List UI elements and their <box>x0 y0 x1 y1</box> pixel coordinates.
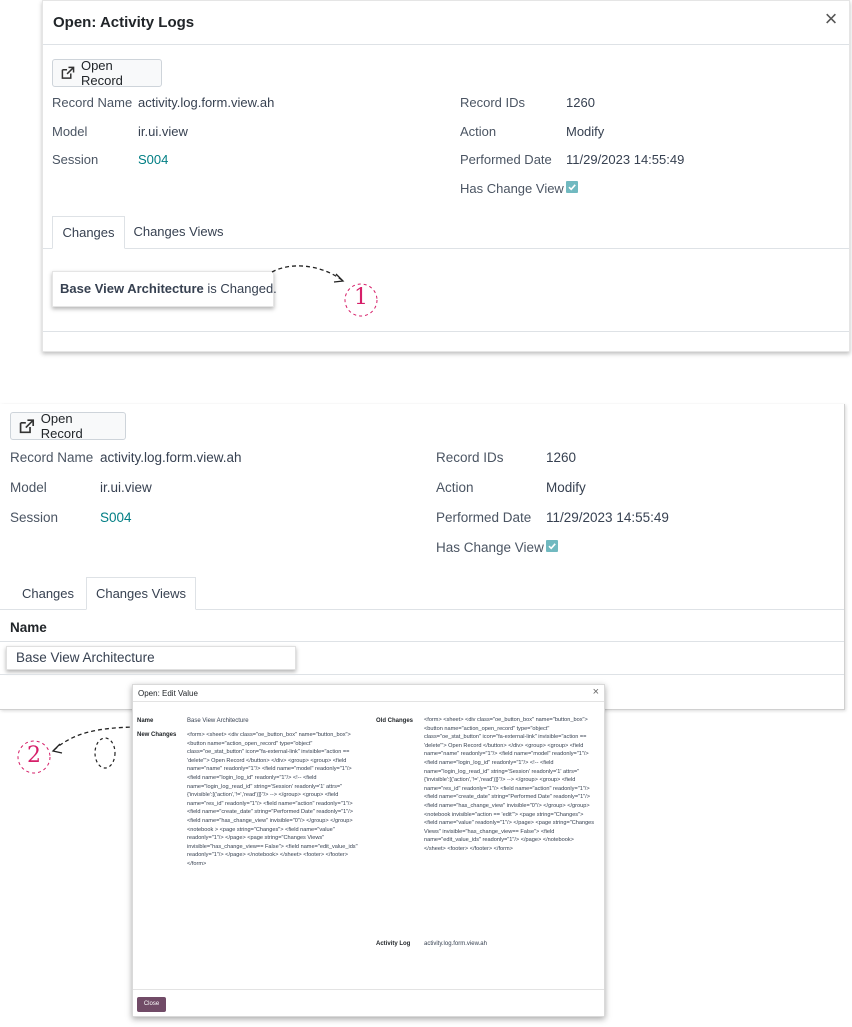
annotation-number-1: 1 <box>354 285 368 310</box>
action-value: Modify <box>566 124 605 139</box>
model-value: ir.ui.view <box>100 480 152 495</box>
divider <box>133 989 604 990</box>
open-record-label: Open Record <box>80 58 123 88</box>
session-link[interactable]: S004 <box>138 152 168 167</box>
activity-log-form: Open Record Record Name activity.log.for… <box>0 404 845 710</box>
tab-changes-views[interactable]: Changes Views <box>86 577 196 610</box>
performed-date-value: 11/29/2023 14:55:49 <box>566 152 685 167</box>
action-label: Action <box>436 480 474 495</box>
divider <box>43 331 849 332</box>
has-change-view-checkbox[interactable] <box>566 181 578 193</box>
activity-log-label: Activity Log <box>376 941 411 947</box>
external-link-icon <box>61 66 75 79</box>
list-header-name: Name <box>10 620 47 635</box>
edit-value-dialog: Open: Edit Value × Name Base View Archit… <box>132 684 605 1017</box>
changed-field-name: Base View Architecture <box>60 281 204 296</box>
divider <box>0 674 844 675</box>
divider <box>0 641 844 642</box>
record-ids-label: Record IDs <box>460 95 526 110</box>
close-button[interactable]: Close <box>137 997 166 1012</box>
check-icon <box>568 184 576 191</box>
session-link[interactable]: S004 <box>100 510 132 525</box>
dialog-title: Open: Edit Value <box>138 689 198 698</box>
changed-suffix: is Changed. <box>203 281 277 296</box>
divider <box>43 44 849 45</box>
has-change-view-label: Has Change View <box>460 181 564 196</box>
activity-logs-modal: Open: Activity Logs × Open Record Record… <box>42 0 850 352</box>
name-value: Base View Architecture <box>187 718 249 724</box>
record-ids-value: 1260 <box>566 95 595 110</box>
divider <box>133 701 604 702</box>
model-label: Model <box>10 480 47 495</box>
open-record-label: Open Record <box>40 411 83 441</box>
record-name-label: Record Name <box>10 450 94 465</box>
close-icon[interactable]: × <box>593 686 599 698</box>
tab-changes[interactable]: Changes <box>52 216 125 249</box>
model-label: Model <box>52 124 88 139</box>
modal-title: Open: Activity Logs <box>53 14 195 31</box>
has-change-view-checkbox[interactable] <box>546 540 558 552</box>
new-changes-label: New Changes <box>137 732 177 738</box>
old-changes-label: Old Changes <box>376 718 414 724</box>
new-changes-value: <form> <sheet> <div class="oe_button_box… <box>187 732 358 867</box>
tab-changes-views[interactable]: Changes Views <box>125 216 232 249</box>
list-item[interactable]: Base View Architecture <box>6 646 296 670</box>
old-changes-value: <form> <sheet> <div class="oe_button_box… <box>424 717 595 852</box>
action-label: Action <box>460 124 497 139</box>
performed-date-label: Performed Date <box>436 510 532 525</box>
check-icon <box>548 543 556 550</box>
activity-log-link[interactable]: activity.log.form.view.ah <box>424 941 487 947</box>
session-label: Session <box>52 152 99 167</box>
record-ids-label: Record IDs <box>436 450 504 465</box>
name-label: Name <box>137 718 154 724</box>
has-change-view-label: Has Change View <box>436 540 544 555</box>
record-name-value: activity.log.form.view.ah <box>100 450 242 465</box>
annotation-number-2: 2 <box>27 743 41 768</box>
record-ids-value: 1260 <box>546 450 577 465</box>
performed-date-value: 11/29/2023 14:55:49 <box>546 510 669 525</box>
tab-changes[interactable]: Changes <box>10 577 86 610</box>
performed-date-label: Performed Date <box>460 152 552 167</box>
open-record-button[interactable]: Open Record <box>52 58 162 88</box>
action-value: Modify <box>546 480 586 495</box>
record-name-value: activity.log.form.view.ah <box>138 95 275 110</box>
model-value: ir.ui.view <box>138 124 188 139</box>
changed-message: Base View Architecture is Changed. <box>52 271 277 307</box>
session-label: Session <box>10 510 59 525</box>
open-record-button[interactable]: Open Record <box>10 411 126 441</box>
record-name-label: Record Name <box>52 95 133 110</box>
close-icon[interactable]: × <box>819 7 843 31</box>
external-link-icon <box>19 418 35 433</box>
